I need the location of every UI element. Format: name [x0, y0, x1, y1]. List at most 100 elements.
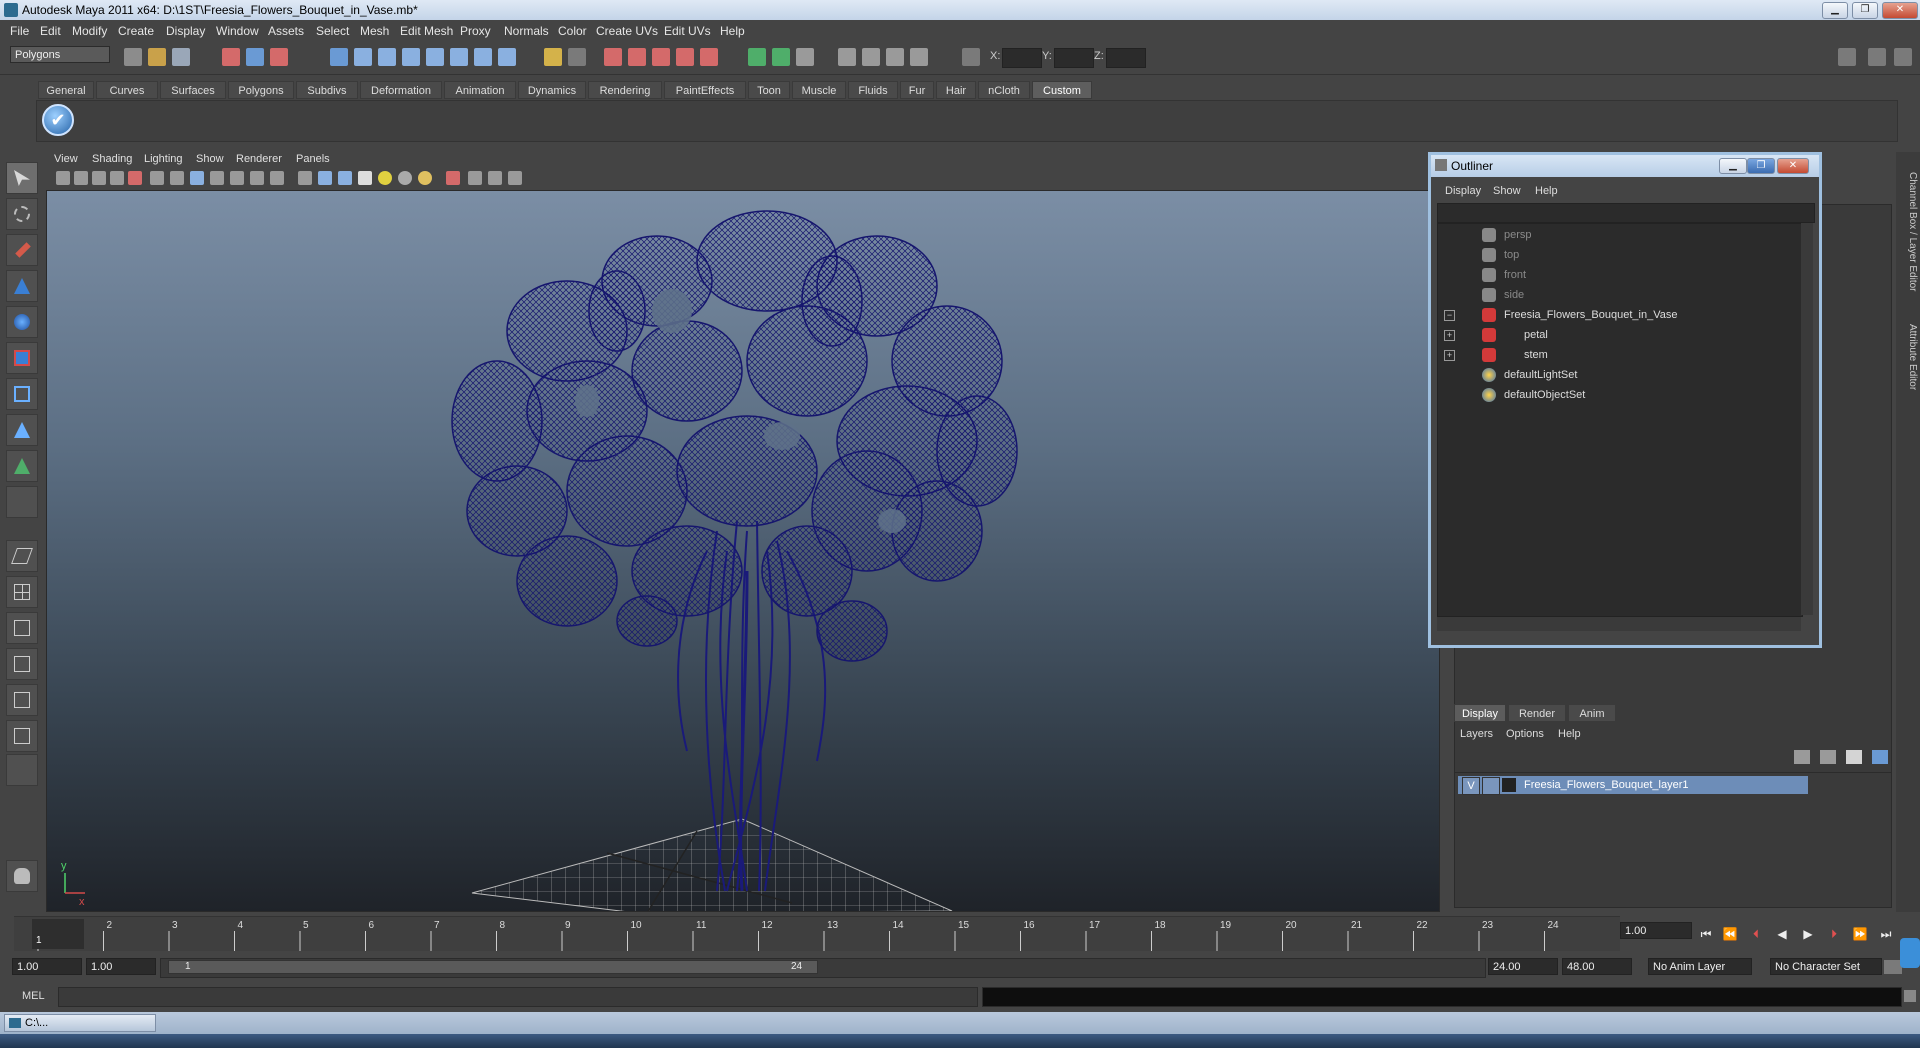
shelf-tab-deformation[interactable]: Deformation: [360, 81, 442, 99]
shelf-tab-polygons[interactable]: Polygons: [228, 81, 294, 99]
numeric-input-icon[interactable]: [962, 48, 980, 66]
shelf-tab-general[interactable]: General: [38, 81, 94, 99]
select-hierarchy-icon[interactable]: [222, 48, 240, 66]
go-to-end-icon[interactable]: ⏭: [1876, 926, 1896, 942]
menu-window[interactable]: Window: [216, 24, 259, 38]
grid-toggle-icon[interactable]: [150, 171, 164, 185]
menu-modify[interactable]: Modify: [72, 24, 107, 38]
tab-attribute-editor[interactable]: Attribute Editor: [1898, 312, 1918, 402]
all-lights-icon[interactable]: [318, 171, 332, 185]
maximize-button[interactable]: ❐: [1852, 2, 1878, 19]
flat-shade-icon[interactable]: [210, 171, 224, 185]
input-line-icon[interactable]: [748, 48, 766, 66]
layer-tab-anim[interactable]: Anim: [1568, 704, 1616, 722]
manipulator-tool-icon[interactable]: [6, 378, 38, 410]
rotate-tool-icon[interactable]: [6, 306, 38, 338]
tumble-icon[interactable]: [886, 48, 904, 66]
outliner-titlebar[interactable]: Outliner ▁ ❐ ✕: [1431, 155, 1819, 177]
panel-layout-icon[interactable]: [1838, 48, 1856, 66]
taskbar-item[interactable]: C:\...: [4, 1014, 156, 1032]
layer-tab-render[interactable]: Render: [1508, 704, 1566, 722]
viewport-menu-lighting[interactable]: Lighting: [144, 153, 183, 165]
layer-template-toggle[interactable]: [1482, 777, 1500, 795]
step-back-key-icon[interactable]: ⏪: [1720, 926, 1740, 942]
render-settings-icon[interactable]: [652, 48, 670, 66]
script-editor-icon[interactable]: [1904, 990, 1916, 1002]
shelf-tab-curves[interactable]: Curves: [96, 81, 158, 99]
menu-proxy[interactable]: Proxy: [460, 24, 491, 38]
outliner-menu-show[interactable]: Show: [1493, 185, 1521, 197]
outliner-maximize-button[interactable]: ❐: [1747, 158, 1775, 174]
camera-icon[interactable]: [838, 48, 856, 66]
playback-start-field[interactable]: 1.00: [86, 958, 156, 975]
render-frame-icon[interactable]: [604, 48, 622, 66]
layer-name[interactable]: Freesia_Flowers_Bouquet_layer1: [1524, 776, 1688, 794]
range-slider-handle[interactable]: 1 24: [168, 960, 818, 974]
menu-create-uvs[interactable]: Create UVs: [596, 24, 658, 38]
snap-view-icon[interactable]: [426, 48, 444, 66]
range-start-field[interactable]: 1.00: [12, 958, 82, 975]
select-object-icon[interactable]: [246, 48, 264, 66]
isolate-select-icon[interactable]: [446, 171, 460, 185]
checker-icon[interactable]: [358, 171, 372, 185]
layer-move-down-icon[interactable]: [1872, 750, 1888, 764]
ipr-render-icon[interactable]: [628, 48, 646, 66]
viewport-menu-panels[interactable]: Panels: [296, 153, 330, 165]
menu-edit[interactable]: Edit: [40, 24, 61, 38]
menu-file[interactable]: File: [10, 24, 29, 38]
channel-box-toggle-icon[interactable]: [1868, 48, 1886, 66]
pick-mask-icon[interactable]: [330, 48, 348, 66]
soft-mod-tool-icon[interactable]: [6, 414, 38, 446]
default-lighting-icon[interactable]: [298, 171, 312, 185]
outliner-horizontal-scrollbar[interactable]: [1437, 617, 1801, 631]
shelf-tab-muscle[interactable]: Muscle: [792, 81, 846, 99]
outliner-minimize-button[interactable]: ▁: [1719, 158, 1747, 174]
viewport-menu-show[interactable]: Show: [196, 153, 224, 165]
textured-icon[interactable]: [270, 171, 284, 185]
select-tool-icon[interactable]: [6, 162, 38, 194]
shelf-tab-ncloth[interactable]: nCloth: [978, 81, 1030, 99]
dolly-icon[interactable]: [862, 48, 880, 66]
paint-select-tool-icon[interactable]: [6, 234, 38, 266]
snap-curve-icon[interactable]: [378, 48, 396, 66]
outliner-item-stem[interactable]: + stem: [1438, 346, 1802, 364]
perspective-viewport[interactable]: y x: [46, 190, 1440, 912]
layer-menu-options[interactable]: Options: [1506, 728, 1544, 740]
viewport-menu-shading[interactable]: Shading: [92, 153, 132, 165]
viewport-menu-view[interactable]: View: [54, 153, 78, 165]
menu-assets[interactable]: Assets: [268, 24, 304, 38]
shelf-tab-toon[interactable]: Toon: [748, 81, 790, 99]
history-icon[interactable]: [474, 48, 492, 66]
preferences-icon[interactable]: [1900, 938, 1920, 968]
shelf-tab-fur[interactable]: Fur: [900, 81, 934, 99]
persp-graph-layout-icon[interactable]: [6, 648, 38, 680]
new-scene-icon[interactable]: [124, 48, 142, 66]
y-field[interactable]: [1054, 48, 1094, 68]
shelf-tab-hair[interactable]: Hair: [936, 81, 976, 99]
xray-icon[interactable]: [250, 171, 264, 185]
motion-blur-icon[interactable]: [418, 171, 432, 185]
menu-help[interactable]: Help: [720, 24, 745, 38]
select-component-icon[interactable]: [270, 48, 288, 66]
menu-set-dropdown[interactable]: Polygons: [10, 46, 110, 63]
snap-point-icon[interactable]: [402, 48, 420, 66]
character-set-dropdown[interactable]: No Character Set: [1770, 958, 1882, 975]
mel-label[interactable]: MEL: [22, 990, 45, 1002]
shelf-tab-fluids[interactable]: Fluids: [848, 81, 898, 99]
persp-outliner-layout-icon[interactable]: [6, 612, 38, 644]
minimize-button[interactable]: ▁: [1822, 2, 1848, 19]
menu-create[interactable]: Create: [118, 24, 154, 38]
go-to-start-icon[interactable]: ⏮: [1696, 926, 1716, 942]
shelf-tab-surfaces[interactable]: Surfaces: [160, 81, 226, 99]
layer-tab-display[interactable]: Display: [1454, 704, 1506, 722]
outliner-item-default-object-set[interactable]: defaultObjectSet: [1438, 386, 1802, 404]
outliner-item-petal[interactable]: + petal: [1438, 326, 1802, 344]
layer-menu-help[interactable]: Help: [1558, 728, 1581, 740]
transform-icon[interactable]: [772, 48, 790, 66]
shelf-tab-animation[interactable]: Animation: [444, 81, 516, 99]
frame-all-icon[interactable]: [488, 171, 502, 185]
layer-row[interactable]: V Freesia_Flowers_Bouquet_layer1: [1458, 776, 1808, 795]
viewport-menu-renderer[interactable]: Renderer: [236, 153, 282, 165]
wireframe-icon[interactable]: [170, 171, 184, 185]
clipboard-icon[interactable]: [796, 48, 814, 66]
